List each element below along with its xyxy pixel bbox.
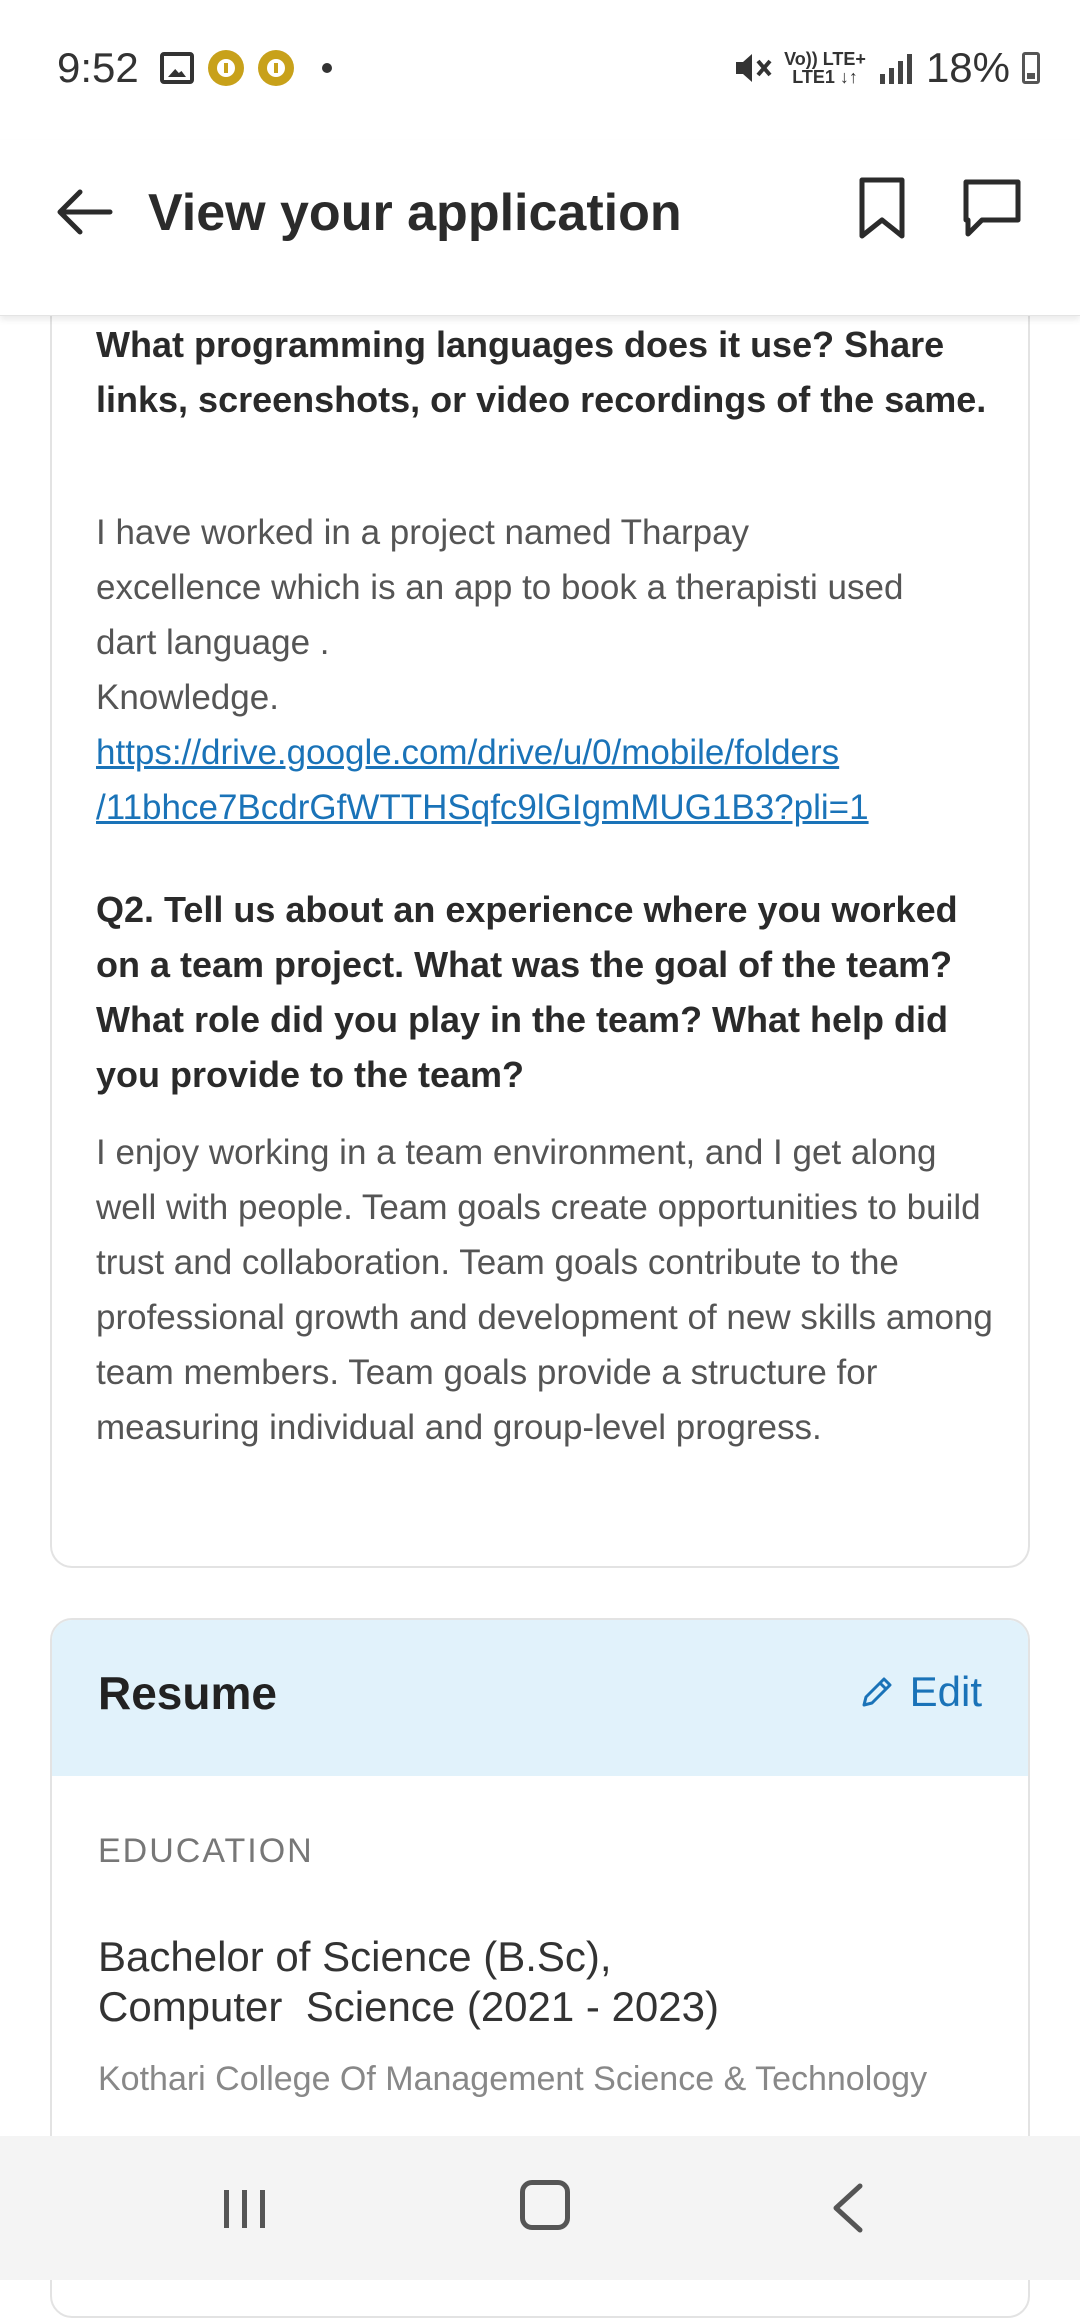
status-bar: 9:52 Vo)) LTE+ LTE1 ↓↑ 18% [0, 0, 1080, 140]
resume-header: Resume Edit [52, 1620, 1028, 1776]
app-bar: View your application [0, 140, 1080, 316]
download-icon [258, 50, 294, 86]
college-name: Kothari College Of Management Science & … [98, 2060, 928, 2098]
home-button[interactable] [520, 2180, 570, 2230]
drive-link[interactable]: https://drive.google.com/drive/u/0/mobil… [96, 725, 1016, 780]
back-nav-icon[interactable] [828, 2182, 868, 2234]
back-arrow-icon[interactable] [52, 180, 116, 244]
battery-icon [1022, 52, 1040, 84]
question-2-text: Q2. Tell us about an experience where yo… [96, 889, 958, 1095]
navigation-bar [0, 2136, 1080, 2280]
page-title: View your application [148, 184, 682, 242]
notification-icons [160, 50, 332, 86]
download-icon [208, 50, 244, 86]
edit-resume-button[interactable]: Edit [858, 1668, 982, 1716]
system-icons: Vo)) LTE+ LTE1 ↓↑ 18% [734, 44, 1040, 92]
answer-1-line: Knowledge. [96, 678, 279, 717]
status-time: 9:52 [57, 44, 139, 91]
answer-1-line: dart language . [96, 623, 330, 662]
signal-icon [879, 54, 912, 84]
answer-1-line: I have worked in a project named Tharpay [96, 513, 750, 552]
network-type: Vo)) LTE+ LTE1 ↓↑ [784, 49, 866, 87]
bookmark-icon[interactable] [856, 176, 908, 240]
degree: Bachelor of Science (B.Sc), Computer Sci… [98, 1933, 719, 2030]
answer-1: I have worked in a project named Tharpay… [96, 505, 1016, 835]
image-icon [160, 52, 194, 84]
recent-apps-icon[interactable] [220, 2184, 270, 2234]
edit-label: Edit [909, 1668, 982, 1715]
resume-title: Resume [98, 1667, 277, 1719]
more-notifications-icon [322, 63, 332, 73]
education-label: EDUCATION [98, 1832, 314, 1870]
question-1-text: What programming languages does it use? … [96, 324, 987, 420]
answer-2: I enjoy working in a team environment, a… [96, 1133, 993, 1447]
pencil-icon [862, 1677, 892, 1707]
mute-icon [736, 54, 772, 82]
answer-1-line: excellence which is an app to book a the… [96, 568, 904, 607]
chat-icon[interactable] [960, 176, 1024, 240]
drive-link[interactable]: /11bhce7BcdrGfWTTHSqfc9lGIgmMUG1B3?pli=1 [96, 780, 1016, 835]
battery-percent: 18% [925, 44, 1010, 91]
